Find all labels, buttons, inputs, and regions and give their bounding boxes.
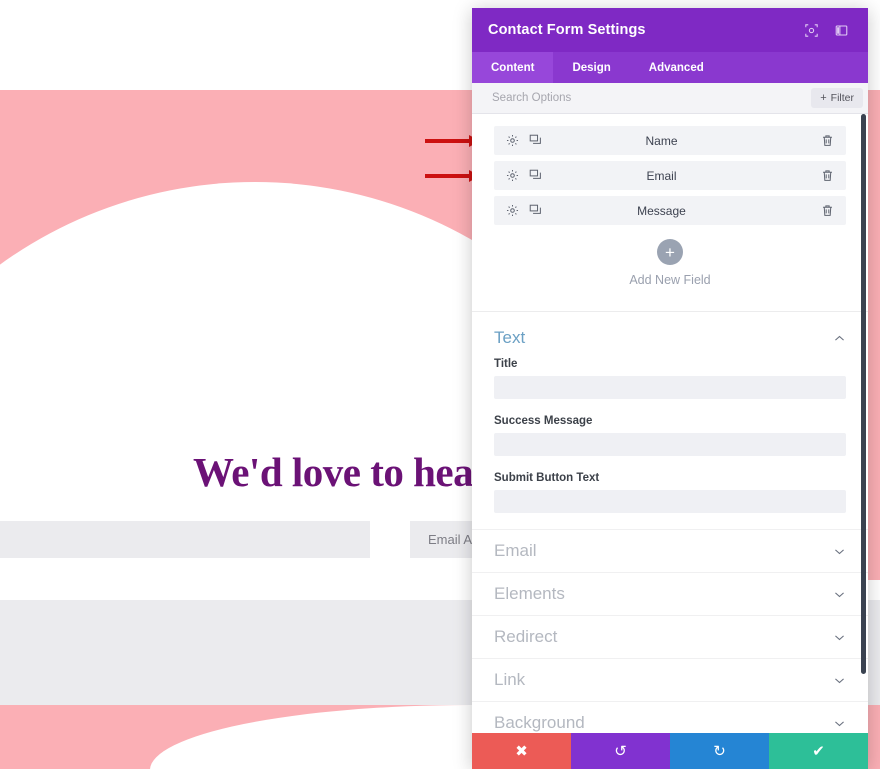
save-button[interactable]: ✔	[769, 733, 868, 769]
chevron-down-icon[interactable]	[833, 588, 846, 601]
arrow-shaft	[425, 174, 471, 178]
title-input[interactable]	[494, 376, 846, 399]
success-message-input[interactable]	[494, 433, 846, 456]
section-link[interactable]: Link	[472, 658, 868, 701]
field-label: Email	[646, 168, 677, 183]
trash-icon[interactable]	[821, 204, 834, 217]
trash-icon[interactable]	[821, 134, 834, 147]
search-input[interactable]	[492, 92, 812, 104]
section-elements[interactable]: Elements	[472, 572, 868, 615]
control-success-message: Success Message	[472, 415, 868, 472]
section-background[interactable]: Background	[472, 701, 868, 733]
field-label: Name	[645, 133, 678, 148]
plus-icon: +	[657, 239, 683, 265]
control-submit-button-text: Submit Button Text	[472, 472, 868, 529]
layout-panel-icon[interactable]	[830, 19, 852, 41]
chevron-down-icon[interactable]	[833, 545, 846, 558]
control-title-label: Title	[494, 358, 518, 370]
arrow-shaft	[425, 139, 471, 143]
table-row[interactable]: Name	[494, 126, 846, 155]
add-new-field-button[interactable]: + Add New Field	[494, 231, 846, 305]
site-form-input-left[interactable]	[0, 521, 370, 558]
redo-button[interactable]: ↻	[670, 733, 769, 769]
section-redirect[interactable]: Redirect	[472, 615, 868, 658]
undo-button[interactable]: ↺	[571, 733, 670, 769]
modal-header: Contact Form Settings	[472, 8, 868, 52]
submit-button-text-input[interactable]	[494, 490, 846, 513]
contact-form-settings-modal: Contact Form Settings Content Design Adv…	[472, 8, 868, 769]
section-link-title: Link	[494, 670, 526, 689]
section-text: Text Title Success Message Submit Button…	[472, 311, 868, 529]
filter-button-label: Filter	[830, 92, 854, 104]
section-background-title: Background	[494, 713, 585, 732]
expand-icon[interactable]	[800, 19, 822, 41]
tab-advanced[interactable]: Advanced	[630, 52, 723, 83]
settings-scroll-area[interactable]: Name Email Message + Add New Field Text …	[472, 114, 868, 733]
modal-title: Contact Form Settings	[488, 22, 646, 38]
tab-design[interactable]: Design	[553, 52, 629, 83]
cancel-button[interactable]: ✖	[472, 733, 571, 769]
control-success-message-label: Success Message	[494, 415, 593, 427]
control-submit-button-text-label: Submit Button Text	[494, 472, 600, 484]
section-redirect-title: Redirect	[494, 627, 558, 646]
chevron-down-icon[interactable]	[833, 717, 846, 730]
field-label: Message	[637, 203, 686, 218]
section-text-header[interactable]: Text	[472, 312, 868, 358]
control-title: Title	[472, 358, 868, 415]
search-bar: + Filter	[472, 83, 868, 114]
chevron-up-icon[interactable]	[833, 332, 846, 345]
table-row[interactable]: Email	[494, 161, 846, 190]
vertical-scrollbar[interactable]	[861, 114, 866, 674]
section-email[interactable]: Email	[472, 529, 868, 572]
form-fields-list: Name Email Message + Add New Field	[472, 114, 868, 311]
modal-footer: ✖ ↺ ↻ ✔	[472, 733, 868, 769]
plus-icon: +	[820, 91, 827, 104]
table-row[interactable]: Message	[494, 196, 846, 225]
screenshot-root: We'd love to hear from you Email Address…	[0, 0, 880, 769]
filter-button[interactable]: + Filter	[811, 88, 863, 108]
chevron-down-icon[interactable]	[833, 674, 846, 687]
section-text-title: Text	[494, 328, 526, 347]
modal-tabbar: Content Design Advanced	[472, 52, 868, 83]
chevron-down-icon[interactable]	[833, 631, 846, 644]
section-email-title: Email	[494, 541, 537, 560]
add-new-field-label: Add New Field	[629, 273, 711, 287]
section-elements-title: Elements	[494, 584, 565, 603]
trash-icon[interactable]	[821, 169, 834, 182]
tab-content[interactable]: Content	[472, 52, 554, 83]
